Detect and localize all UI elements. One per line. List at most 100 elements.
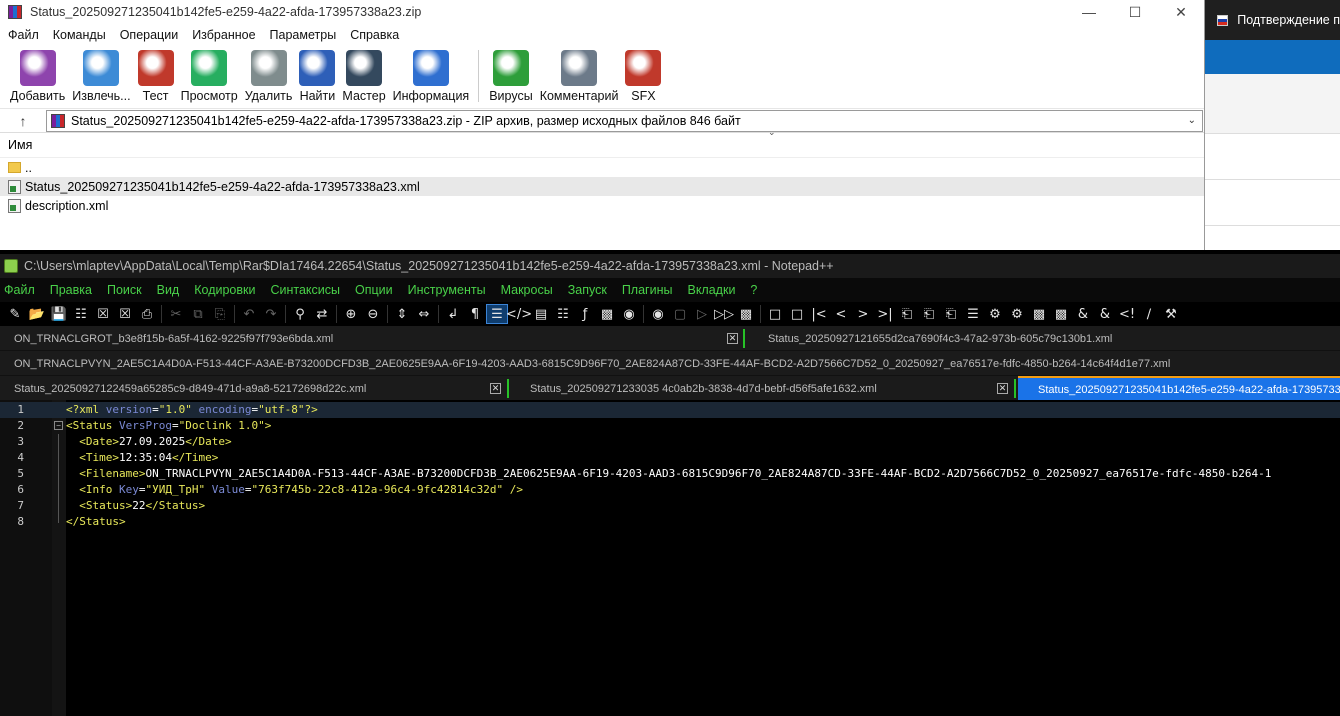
code-line[interactable]: 5 <Filename>ON_TRNACLPVYN_2AE5C1A4D0A-F5…: [0, 466, 1340, 482]
toolbar-button[interactable]: Тест: [137, 46, 174, 103]
sync-horizontal-icon[interactable]: ⇔: [413, 304, 435, 324]
winrar-title-bar[interactable]: Status_202509271235041b142fe5-e259-4a22-…: [0, 0, 1204, 24]
redo-icon[interactable]: ↷: [260, 304, 282, 324]
file-row[interactable]: ..: [0, 158, 1204, 177]
menu-item[interactable]: Файл: [8, 28, 39, 42]
up-arrow-icon[interactable]: ↑: [0, 113, 46, 129]
menu-item[interactable]: Вкладки: [687, 283, 735, 297]
cut-icon[interactable]: ✂: [165, 304, 187, 324]
show-all-chars-icon[interactable]: ¶: [464, 304, 486, 324]
plugin-c-icon[interactable]: ⎗: [940, 304, 962, 324]
chevron-down-icon[interactable]: ⌄: [1188, 115, 1196, 126]
toolbar-button[interactable]: Удалить: [245, 46, 292, 103]
prev-icon[interactable]: <: [830, 304, 852, 324]
zoom-in-icon[interactable]: ⊕: [340, 304, 362, 324]
tab-document[interactable]: Status_20250927121655d2ca7690f4c3-47a2-9…: [768, 326, 1112, 351]
menu-item[interactable]: ?: [750, 283, 757, 297]
menu-item[interactable]: Синтаксисы: [270, 283, 340, 297]
undo-icon[interactable]: ↶: [238, 304, 260, 324]
menu-item[interactable]: Вид: [157, 283, 180, 297]
plugin-b-icon[interactable]: ⎗: [918, 304, 940, 324]
plugin-doc2-icon[interactable]: □: [786, 304, 808, 324]
close-all-icon[interactable]: ☒: [114, 304, 136, 324]
archive-path-dropdown[interactable]: Status_202509271235041b142fe5-e259-4a22-…: [46, 109, 1203, 132]
toolbar-button[interactable]: Извлечь...: [72, 46, 131, 103]
plugin-doc-icon[interactable]: □: [764, 304, 786, 324]
tab-document[interactable]: ON_TRNACLPVYN_2AE5C1A4D0A-F513-44CF-A3AE…: [14, 351, 1170, 376]
record-macro-icon[interactable]: ◉: [647, 304, 669, 324]
copy-icon[interactable]: ⧉: [187, 304, 209, 324]
menu-item[interactable]: Макросы: [501, 283, 553, 297]
replace-icon[interactable]: ⇄: [311, 304, 333, 324]
xml-tag-icon[interactable]: </>: [506, 304, 532, 324]
menu-item[interactable]: Опции: [355, 283, 393, 297]
ampersand-icon[interactable]: &: [1072, 304, 1094, 324]
uncomment-icon[interactable]: ∕: [1138, 304, 1160, 324]
menu-item[interactable]: Операции: [120, 28, 178, 42]
tab-document-active[interactable]: Status_202509271235041b142fe5-e259-4a22-…: [1018, 376, 1340, 401]
play-macro-icon[interactable]: ▷: [691, 304, 713, 324]
find-icon[interactable]: ⚲: [289, 304, 311, 324]
stop-macro-icon[interactable]: ▢: [669, 304, 691, 324]
code-line[interactable]: 4 <Time>12:35:04</Time>: [0, 450, 1340, 466]
code-editor[interactable]: 1 <?xml version="1.0" encoding="utf-8"?>…: [0, 400, 1340, 716]
file-row[interactable]: description.xml: [0, 196, 1204, 215]
toolbar-button[interactable]: SFX: [625, 46, 662, 103]
doc-list-icon[interactable]: ☷: [552, 304, 574, 324]
minimize-icon[interactable]: —: [1066, 0, 1112, 24]
menu-item[interactable]: Запуск: [568, 283, 607, 297]
folder-as-workspace-icon[interactable]: ◉: [618, 304, 640, 324]
fold-minus-icon[interactable]: −: [54, 421, 63, 430]
tab-document[interactable]: Status_202509271233035 4c0ab2b-3838-4d7d…: [530, 376, 877, 401]
comment-toggle-icon[interactable]: <!: [1116, 304, 1138, 324]
toolbar-button[interactable]: Информация: [393, 46, 469, 103]
plugin-d-icon[interactable]: ☰: [962, 304, 984, 324]
tab-document[interactable]: Status_20250927122459a65285c9-d849-471d-…: [14, 376, 366, 401]
settings-wrench-icon[interactable]: ⚒: [1160, 304, 1182, 324]
last-icon[interactable]: >|: [874, 304, 896, 324]
indent-guide-icon[interactable]: ☰: [486, 304, 508, 324]
zoom-out-icon[interactable]: ⊖: [362, 304, 384, 324]
toolbar-button[interactable]: Вирусы: [489, 46, 533, 103]
menu-item[interactable]: Избранное: [192, 28, 255, 42]
maximize-icon[interactable]: ☐: [1112, 0, 1158, 24]
monitor-icon[interactable]: ▩: [596, 304, 618, 324]
menu-item[interactable]: Инструменты: [408, 283, 486, 297]
save-all-icon[interactable]: ☷: [70, 304, 92, 324]
menu-item[interactable]: Правка: [50, 283, 92, 297]
close-file-icon[interactable]: ☒: [92, 304, 114, 324]
menu-item[interactable]: Поиск: [107, 283, 142, 297]
toolbar-button[interactable]: Добавить: [10, 46, 65, 103]
paste-icon[interactable]: ⎘: [209, 304, 231, 324]
menu-item[interactable]: Кодировки: [194, 283, 255, 297]
code-line[interactable]: 8 </Status>: [0, 514, 1340, 530]
plugin-e-icon[interactable]: ⚙: [984, 304, 1006, 324]
document-map-icon[interactable]: ▤: [530, 304, 552, 324]
sync-vertical-icon[interactable]: ⇕: [391, 304, 413, 324]
plugin-g-icon[interactable]: ▩: [1028, 304, 1050, 324]
plugin-a-icon[interactable]: ⎗: [896, 304, 918, 324]
open-file-icon[interactable]: 📂: [26, 304, 48, 324]
first-icon[interactable]: |<: [808, 304, 830, 324]
code-line[interactable]: 3 <Date>27.09.2025</Date>: [0, 434, 1340, 450]
code-line[interactable]: 6 <Info Key="УИД_ТрН" Value="763f745b-22…: [0, 482, 1340, 498]
menu-item[interactable]: Параметры: [270, 28, 337, 42]
run-macro-multiple-icon[interactable]: ▷▷: [713, 304, 735, 324]
ampersand-slash-icon[interactable]: &: [1094, 304, 1116, 324]
menu-item[interactable]: Команды: [53, 28, 106, 42]
word-wrap-icon[interactable]: ↲: [442, 304, 464, 324]
toolbar-button[interactable]: Просмотр: [181, 46, 238, 103]
toolbar-button[interactable]: Мастер: [342, 46, 386, 103]
code-line[interactable]: 7 <Status>22</Status>: [0, 498, 1340, 514]
close-icon[interactable]: ✕: [1158, 0, 1204, 24]
background-window-title-bar[interactable]: Подтверждение п: [1205, 0, 1340, 40]
toolbar-button[interactable]: Комментарий: [540, 46, 618, 103]
menu-item[interactable]: Плагины: [622, 283, 673, 297]
toolbar-button[interactable]: Найти: [299, 46, 336, 103]
code-line[interactable]: 2 − <Status VersProg="Doclink 1.0">: [0, 418, 1340, 434]
npp-title-bar[interactable]: C:\Users\mlaptev\AppData\Local\Temp\Rar$…: [0, 254, 1340, 278]
function-list-icon[interactable]: ƒ: [574, 304, 596, 324]
tab-document[interactable]: ON_TRNACLGROT_b3e8f15b-6a5f-4162-9225f97…: [14, 326, 333, 351]
new-file-icon[interactable]: ✎: [4, 304, 26, 324]
code-line[interactable]: 1 <?xml version="1.0" encoding="utf-8"?>: [0, 402, 1340, 418]
